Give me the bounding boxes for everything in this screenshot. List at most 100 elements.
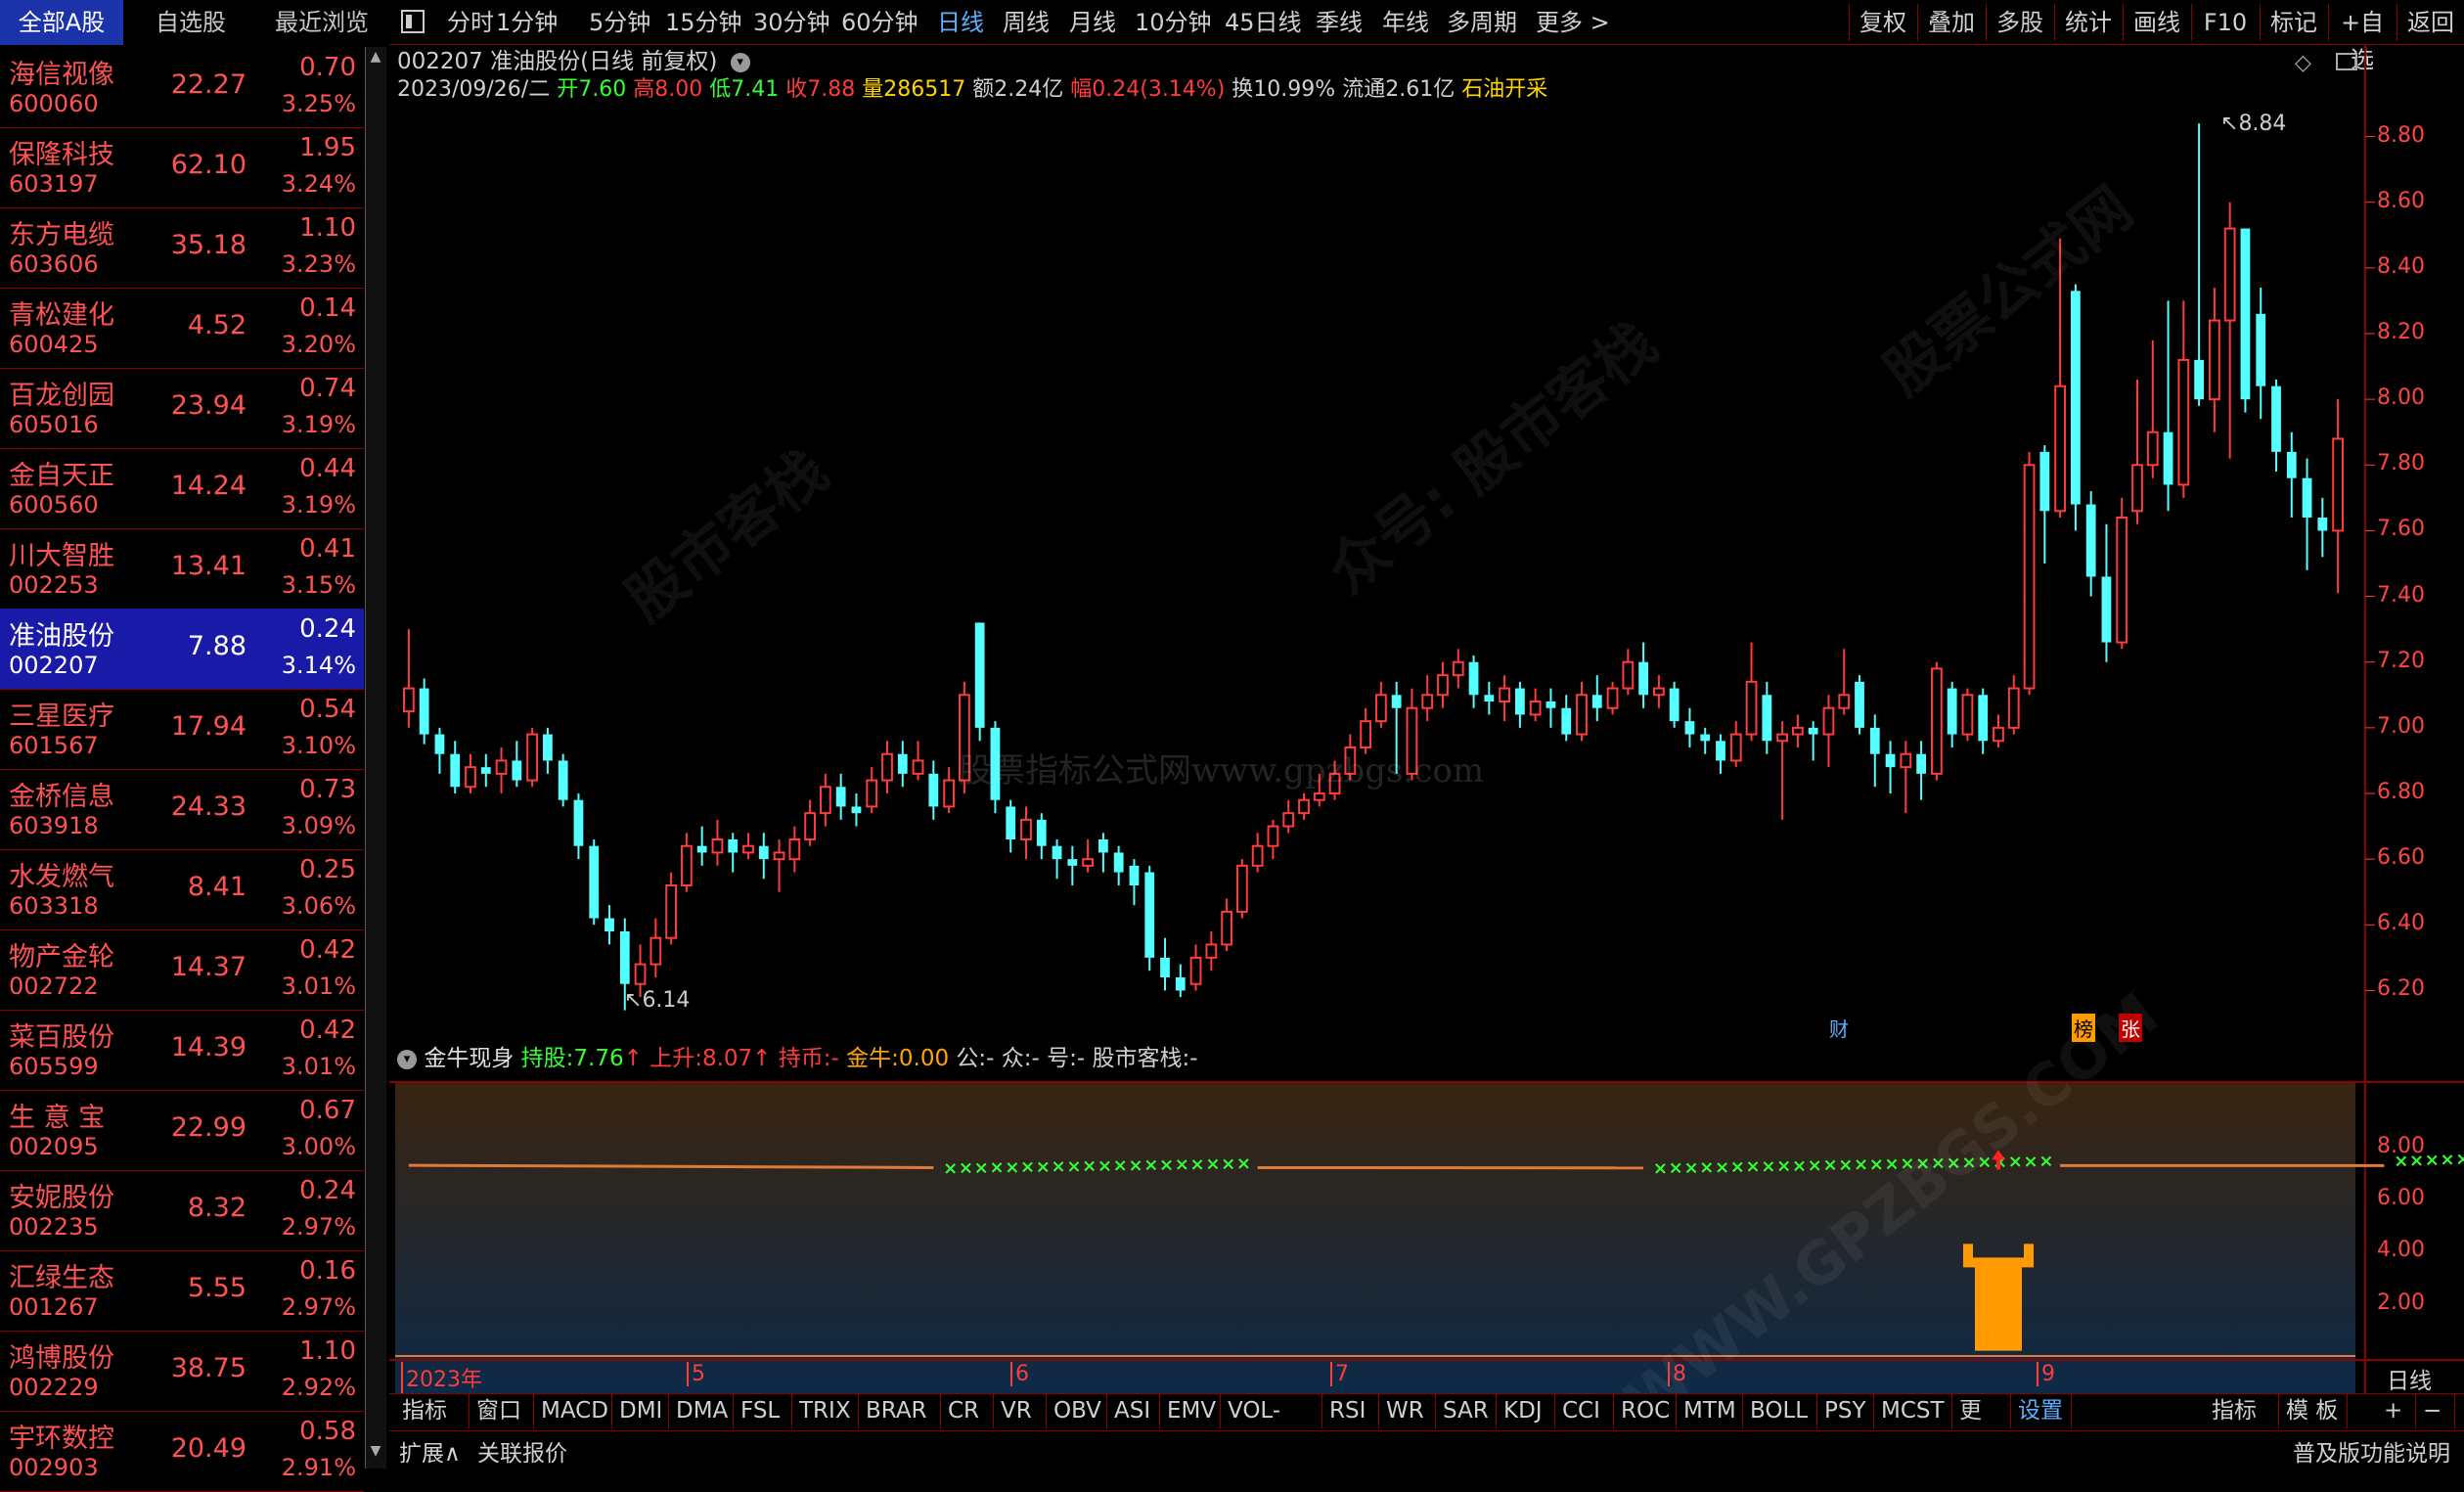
toolbar-button-3[interactable]: 统计 <box>2054 4 2122 41</box>
candle[interactable] <box>1886 741 1896 793</box>
indicator-name[interactable]: 金牛现身 <box>424 1046 514 1071</box>
candle[interactable] <box>2102 524 2112 662</box>
indicator-tab-24[interactable]: 更多 <box>1952 1393 2011 1428</box>
candle[interactable] <box>1716 735 1725 774</box>
indicator-tab-25[interactable]: 设置 <box>2011 1393 2072 1428</box>
candle[interactable] <box>666 873 676 945</box>
candle[interactable] <box>1824 695 1834 767</box>
candle[interactable] <box>1130 859 1140 905</box>
candle[interactable] <box>975 622 985 741</box>
candle[interactable] <box>2025 452 2035 695</box>
scroll-up-icon[interactable]: ▲ <box>368 49 383 72</box>
stock-row[interactable]: 安妮股份0022358.320.242.97% <box>0 1170 364 1251</box>
candle[interactable] <box>2086 491 2096 596</box>
period-6[interactable]: 日线 <box>937 0 984 45</box>
candle[interactable] <box>1222 898 1232 951</box>
indicator-tab-8[interactable]: CR <box>941 1393 994 1428</box>
candle[interactable] <box>1021 806 1031 859</box>
candle[interactable] <box>2194 123 2204 406</box>
candle[interactable] <box>1037 813 1047 859</box>
indicator-tab-16[interactable]: SAR <box>1436 1393 1497 1428</box>
candle[interactable] <box>2225 203 2235 459</box>
scroll-down-icon[interactable]: ▼ <box>368 1443 383 1467</box>
candle[interactable] <box>1176 965 1186 998</box>
candle[interactable] <box>1731 721 1741 767</box>
toolbar-button-2[interactable]: 多股 <box>1986 4 2053 41</box>
candle[interactable] <box>1454 649 1463 688</box>
candle[interactable] <box>1793 714 1803 747</box>
period-14[interactable]: 更多 > <box>1536 0 1610 45</box>
indicator-tab-0[interactable]: 指标A <box>395 1393 470 1428</box>
candle[interactable] <box>944 767 954 813</box>
stock-row[interactable]: 金桥信息60391824.330.733.09% <box>0 769 364 850</box>
tag-finance[interactable]: 财 <box>1829 1014 1849 1042</box>
candle[interactable] <box>1577 682 1587 741</box>
candle[interactable] <box>1978 689 1988 754</box>
candle[interactable] <box>2009 675 2019 734</box>
candle[interactable] <box>1269 820 1278 859</box>
period-10[interactable]: 45日线 <box>1225 0 1302 45</box>
period-1[interactable]: 1分钟 <box>496 0 558 45</box>
candle[interactable] <box>1685 708 1695 747</box>
indicator-tab-22[interactable]: PSY <box>1817 1393 1874 1428</box>
candle[interactable] <box>728 833 738 872</box>
candle[interactable] <box>1500 675 1509 721</box>
stock-row[interactable]: 鸿博股份00222938.751.102.92% <box>0 1331 364 1412</box>
candle[interactable] <box>1253 833 1263 872</box>
candle[interactable] <box>1654 675 1664 708</box>
candle[interactable] <box>527 728 537 787</box>
stock-row[interactable]: 宇环数控00290320.490.582.91% <box>0 1411 364 1492</box>
candle[interactable] <box>1006 800 1015 853</box>
candle[interactable] <box>1067 846 1077 885</box>
candle[interactable] <box>1438 662 1448 708</box>
candle[interactable] <box>1515 682 1525 728</box>
candle[interactable] <box>2241 229 2251 413</box>
bottom-right-button-2[interactable]: + <box>2377 1393 2416 1428</box>
candle[interactable] <box>1948 682 1957 747</box>
candle[interactable] <box>1083 839 1093 873</box>
stock-row[interactable]: 水发燃气6033188.410.253.06% <box>0 849 364 930</box>
tab-watchlist[interactable]: 自选股 <box>125 0 256 45</box>
stock-row[interactable]: 物产金轮00272214.370.423.01% <box>0 929 364 1011</box>
stock-row[interactable]: 海信视像60006022.270.703.25% <box>0 47 364 128</box>
candle[interactable] <box>1700 728 1710 754</box>
candle[interactable] <box>1160 938 1170 991</box>
candle[interactable] <box>605 905 614 944</box>
indicator-tab-18[interactable]: CCI <box>1555 1393 1614 1428</box>
stock-row[interactable]: 百龙创园60501623.940.743.19% <box>0 368 364 449</box>
period-12[interactable]: 年线 <box>1382 0 1429 45</box>
bottom-right-button-0[interactable]: 指标B <box>2205 1393 2279 1428</box>
period-13[interactable]: 多周期 <box>1447 0 1517 45</box>
candle[interactable] <box>821 774 830 827</box>
list-scrollbar[interactable]: ▲ ▼ <box>365 47 386 1469</box>
period-3[interactable]: 15分钟 <box>665 0 742 45</box>
indicator-tab-5[interactable]: FSL <box>734 1393 792 1428</box>
kline-chart[interactable]: ××××××××××××××××××××××××××××××××××××××××… <box>389 45 2464 1393</box>
candle[interactable] <box>1283 800 1293 834</box>
candle[interactable] <box>805 800 815 846</box>
indicator-tab-17[interactable]: KDJ <box>1497 1393 1555 1428</box>
candle[interactable] <box>1098 833 1108 872</box>
tag-ranking[interactable]: 榜 <box>2072 1014 2095 1042</box>
indicator-tab-11[interactable]: ASI <box>1107 1393 1160 1428</box>
indicator-tab-6[interactable]: TRIX <box>792 1393 859 1428</box>
candle[interactable] <box>2287 432 2297 518</box>
candle[interactable] <box>1901 741 1910 813</box>
candle[interactable] <box>543 728 553 774</box>
candle[interactable] <box>589 839 599 925</box>
candle[interactable] <box>2132 380 2142 524</box>
layout-toggle-icon[interactable] <box>401 10 425 33</box>
candle[interactable] <box>1053 839 1062 879</box>
candle[interactable] <box>1870 714 1880 787</box>
candle[interactable] <box>1839 649 1849 714</box>
candle[interactable] <box>1206 931 1216 971</box>
candle[interactable] <box>2071 285 2081 531</box>
candle[interactable] <box>404 629 414 728</box>
tab-all-a-shares[interactable]: 全部A股 <box>0 0 123 45</box>
candle[interactable] <box>481 754 491 788</box>
indicator-tab-21[interactable]: BOLL <box>1743 1393 1817 1428</box>
candle[interactable] <box>1484 682 1494 715</box>
candle[interactable] <box>559 754 568 807</box>
indicator-tab-1[interactable]: 窗口 <box>470 1393 534 1428</box>
indicator-tab-15[interactable]: WR <box>1379 1393 1436 1428</box>
